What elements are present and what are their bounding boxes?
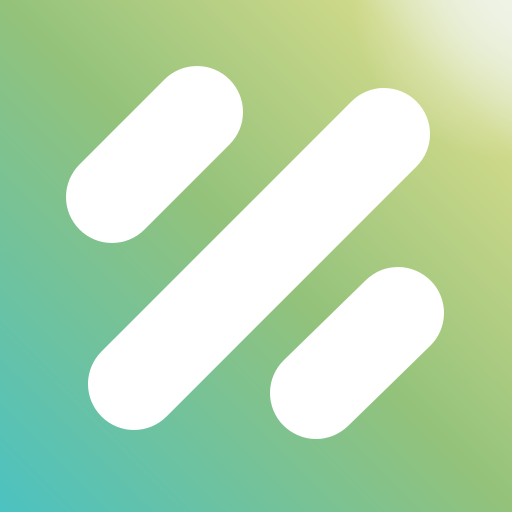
app-icon bbox=[0, 0, 512, 512]
short-stroke-bottom-right bbox=[270, 267, 444, 439]
app-logo-icon bbox=[0, 0, 512, 512]
short-stroke-top-left bbox=[66, 66, 243, 243]
